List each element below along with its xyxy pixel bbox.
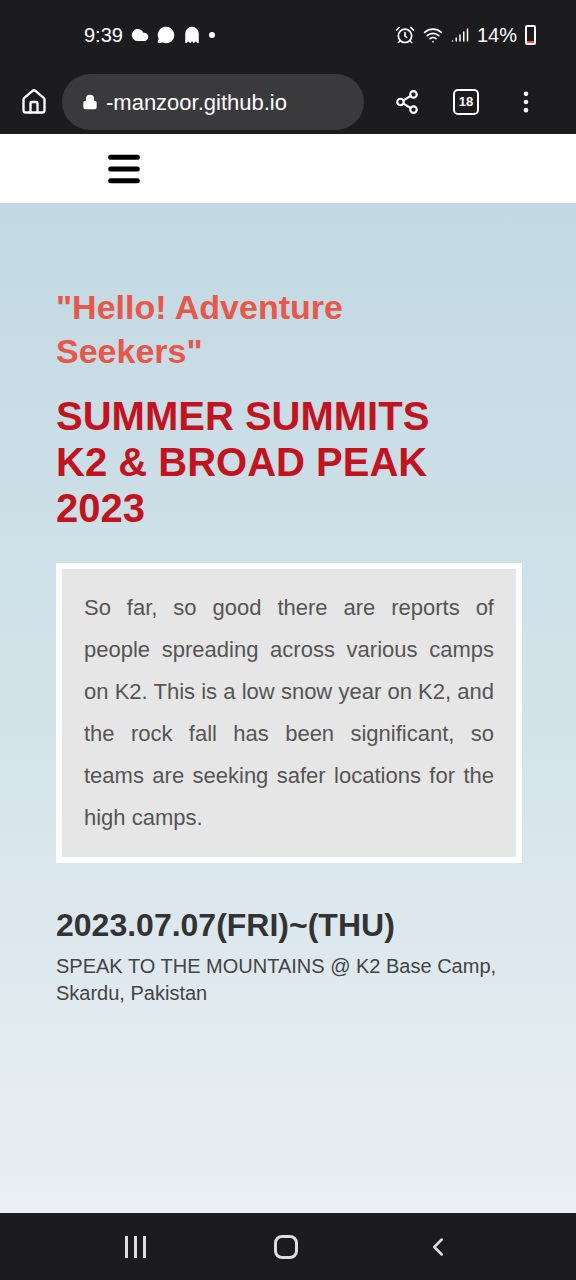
status-bar: 9:39 14% — [0, 0, 576, 70]
event-location: SPEAK TO THE MOUNTAINS @ K2 Base Camp, S… — [56, 953, 526, 1007]
snapchat-icon — [183, 26, 201, 44]
recent-apps-icon[interactable] — [123, 1235, 149, 1259]
address-bar: -manzoor.github.io 18 — [0, 70, 576, 134]
lock-icon — [82, 94, 98, 110]
battery-text: 14% — [477, 20, 517, 50]
hero: "Hello! Adventure Seekers" SUMMER SUMMITS… — [0, 203, 576, 1213]
battery-icon — [525, 25, 536, 45]
cloud-icon — [131, 26, 149, 44]
description: So far, so good there are reports of peo… — [84, 587, 494, 839]
event-date: 2023.07.07(FRI)~(THU) — [56, 903, 520, 947]
clock: 9:39 — [84, 20, 123, 50]
description-card: So far, so good there are reports of peo… — [56, 563, 522, 863]
title-line: 2023 — [56, 485, 520, 531]
tabs-button[interactable]: 18 — [453, 89, 479, 115]
event-title: SUMMER SUMMITSK2 & BROAD PEAK2023 — [56, 393, 520, 531]
wifi-icon — [423, 25, 443, 45]
alarm-icon — [395, 25, 415, 45]
home-icon[interactable] — [20, 88, 48, 116]
title-line: SUMMER SUMMITS — [56, 393, 520, 439]
messenger-icon — [157, 26, 175, 44]
hamburger-icon[interactable] — [104, 149, 144, 189]
dot-icon — [209, 32, 215, 38]
url-text: -manzoor.github.io — [106, 86, 287, 119]
menu-icon[interactable] — [512, 88, 540, 116]
signal-icon — [451, 26, 469, 44]
phone-screen: 9:39 14% -manzoor.github.io 18 "Hello! Adven… — [0, 0, 576, 1280]
greeting: "Hello! Adventure Seekers" — [56, 285, 396, 373]
url-field[interactable]: -manzoor.github.io — [62, 74, 364, 130]
home-button-icon[interactable] — [274, 1235, 298, 1259]
site-header — [0, 134, 576, 203]
navigation-bar — [0, 1213, 576, 1280]
title-line: K2 & BROAD PEAK — [56, 439, 520, 485]
share-icon[interactable] — [394, 89, 420, 115]
back-icon[interactable] — [423, 1232, 453, 1262]
